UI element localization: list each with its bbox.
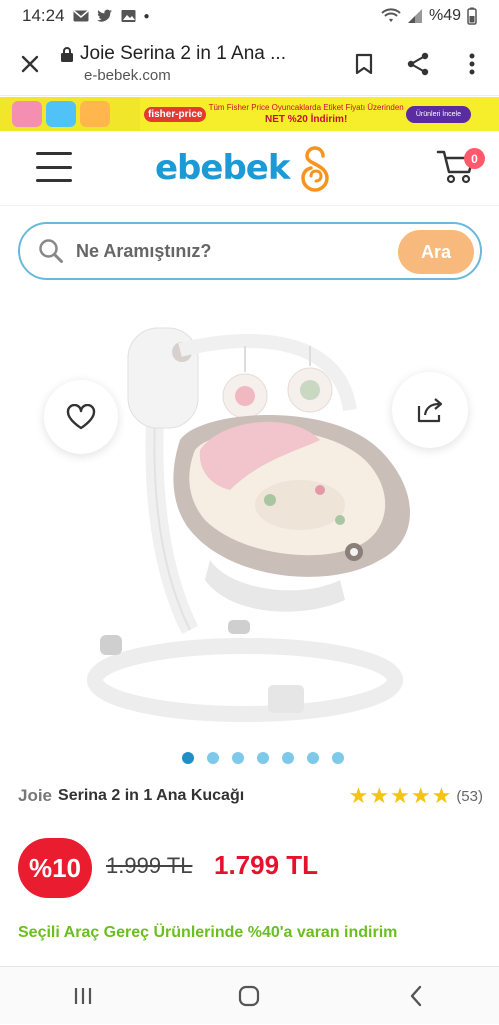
heart-icon: [66, 404, 96, 430]
system-nav-bar: [0, 966, 499, 1024]
close-tab-button[interactable]: [0, 34, 60, 94]
star-icon: ★: [410, 783, 431, 808]
product-image-carousel[interactable]: [0, 300, 499, 760]
product-title-row: Joie Serina 2 in 1 Ana Kucağı ★ ★ ★ ★ ★ …: [18, 784, 483, 808]
carousel-dot[interactable]: [257, 752, 269, 764]
product-name: Serina 2 in 1 Ana Kucağı: [58, 787, 245, 804]
share-button[interactable]: [391, 34, 445, 94]
battery-icon: [467, 7, 477, 25]
carousel-dot[interactable]: [332, 752, 344, 764]
toy-image: [46, 101, 76, 127]
address-area[interactable]: Joie Serina 2 in 1 Ana ... e-bebek.com: [60, 43, 337, 84]
banner-toys-image: [0, 97, 140, 131]
page-title: Joie Serina 2 in 1 Ana ...: [80, 43, 286, 64]
new-price: 1.799 TL: [214, 850, 319, 880]
banner-line1: Tüm Fisher Price Oyuncaklarda Etiket Fiy…: [208, 103, 404, 112]
share-icon: [407, 52, 429, 75]
banner-line2: NET %20 İndirim!: [265, 114, 348, 125]
carousel-dot[interactable]: [182, 752, 194, 764]
search-icon: [39, 239, 63, 263]
mail-icon: [73, 10, 89, 22]
favorite-button[interactable]: [44, 380, 118, 454]
status-bar: 14:24 ● %49: [0, 0, 499, 32]
carousel-dot[interactable]: [232, 752, 244, 764]
logo-text: ebebek: [155, 148, 290, 188]
close-icon: [21, 55, 39, 72]
lock-icon: [61, 47, 73, 62]
menu-icon-line: [36, 165, 72, 169]
product-brand[interactable]: Joie: [18, 786, 52, 806]
banner-cta-button[interactable]: Ürünleri İncele: [405, 105, 471, 123]
logo-mark-icon: [301, 146, 330, 192]
search-bar: Ara: [18, 222, 482, 280]
back-icon: [410, 985, 422, 1006]
twitter-icon: [96, 9, 112, 22]
more-options-button[interactable]: [445, 34, 499, 94]
recent-apps-icon: [75, 987, 92, 1004]
carousel-dot[interactable]: [307, 752, 319, 764]
promo-banner[interactable]: fisher-price Tüm Fisher Price Oyuncaklar…: [0, 97, 499, 131]
toy-image: [80, 101, 110, 127]
recent-apps-button[interactable]: [43, 967, 123, 1025]
menu-button[interactable]: [36, 152, 72, 182]
back-button[interactable]: [376, 967, 456, 1025]
search-input[interactable]: [76, 240, 376, 262]
status-time: 14:24: [22, 6, 65, 25]
product-share-button[interactable]: [392, 372, 468, 448]
battery-level: %49: [428, 7, 461, 24]
banner-text: Tüm Fisher Price Oyuncaklarda Etiket Fiy…: [206, 102, 405, 126]
dot-icon: ●: [143, 10, 150, 22]
carousel-dots: [182, 752, 344, 764]
menu-icon-line: [36, 152, 72, 155]
browser-toolbar: Joie Serina 2 in 1 Ana ... e-bebek.com: [0, 32, 499, 96]
home-icon: [239, 985, 260, 1006]
review-count[interactable]: (53): [456, 788, 483, 805]
wifi-icon: [381, 8, 401, 22]
signal-icon: [407, 9, 422, 23]
banner-brand-logo: fisher-price: [144, 106, 207, 122]
site-logo[interactable]: ebebek: [155, 144, 335, 192]
star-icon: ★: [390, 783, 410, 808]
bookmark-icon: [355, 53, 373, 74]
product-image: [87, 327, 410, 722]
toy-image: [12, 101, 42, 127]
menu-icon-line: [36, 179, 72, 182]
promo-text[interactable]: Seçili Araç Gereç Ürünlerinde %40'a vara…: [18, 922, 458, 944]
star-icon: ★: [348, 783, 369, 808]
more-icon: [469, 53, 475, 74]
home-button[interactable]: [209, 967, 289, 1025]
rating-stars[interactable]: ★ ★ ★ ★ ★ (53): [349, 785, 483, 807]
carousel-dot[interactable]: [207, 752, 219, 764]
share-arrow-icon: [417, 398, 443, 423]
star-icon: ★: [369, 783, 390, 808]
cart-count-badge: 0: [464, 148, 485, 169]
star-icon: ★: [431, 783, 452, 808]
image-icon: [121, 10, 136, 22]
carousel-dot[interactable]: [282, 752, 294, 764]
site-header: ebebek: [0, 134, 499, 206]
discount-badge: %10: [18, 838, 92, 898]
page-url: e-bebek.com: [84, 67, 171, 84]
search-button[interactable]: Ara: [398, 230, 474, 274]
old-price: 1.999 TL: [106, 853, 193, 878]
bookmark-button[interactable]: [337, 34, 391, 94]
